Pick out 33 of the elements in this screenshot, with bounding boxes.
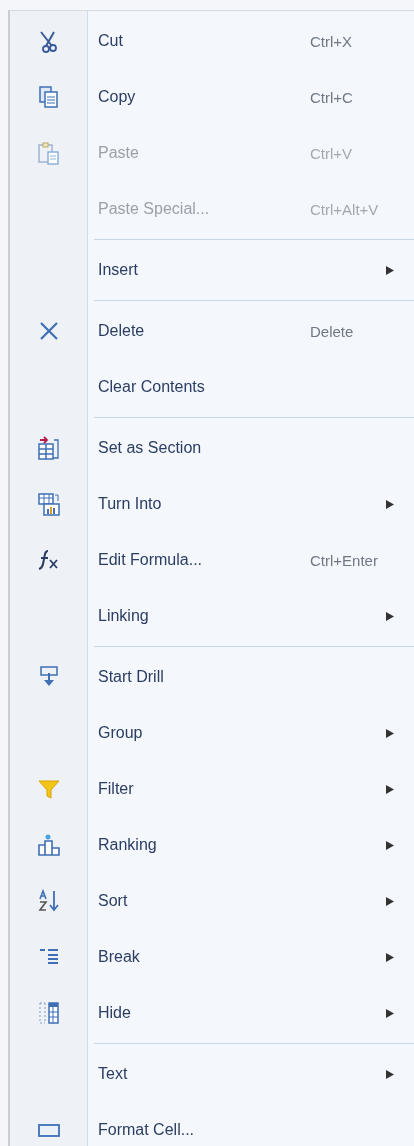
filter-icon	[37, 777, 61, 801]
menu-item[interactable]: Filter	[10, 761, 414, 817]
podium-icon	[37, 833, 61, 857]
menu-item[interactable]: Turn Into	[10, 476, 414, 532]
table-chart-icon	[37, 492, 61, 516]
menu-item[interactable]: Break	[10, 929, 414, 985]
shortcut-label: Ctrl+C	[310, 88, 354, 106]
menu-item[interactable]: Cut Ctrl+X	[10, 13, 414, 69]
menu-item[interactable]: Copy Ctrl+C	[10, 69, 414, 125]
function-icon	[37, 548, 61, 572]
menu-item[interactable]: Insert	[10, 242, 414, 298]
menu-item[interactable]: Text	[10, 1046, 414, 1102]
shortcut-label: Ctrl+Alt+V	[310, 200, 380, 218]
shortcut-label: Ctrl+Enter	[310, 551, 379, 569]
menu-item[interactable]: Start Drill	[10, 649, 414, 705]
table-arrow-icon	[37, 436, 61, 460]
shortcut-label: Ctrl+X	[310, 32, 354, 50]
menu-item[interactable]: Format Cell...	[10, 1102, 414, 1146]
shortcut-label: Ctrl+V	[310, 144, 354, 162]
paste-icon	[37, 141, 61, 165]
sort-icon	[37, 889, 61, 913]
menu-item[interactable]: Linking	[10, 588, 414, 644]
menu-item[interactable]: Delete Delete	[10, 303, 414, 359]
copy-icon	[37, 85, 61, 109]
hide-columns-icon	[37, 1001, 61, 1025]
menu-item[interactable]: Ranking	[10, 817, 414, 873]
menu-item[interactable]: Hide	[10, 985, 414, 1041]
menu-item[interactable]: Sort	[10, 873, 414, 929]
shortcut-label: Delete	[310, 322, 355, 340]
menu-item[interactable]: Group	[10, 705, 414, 761]
menu-item[interactable]: Clear Contents	[10, 359, 414, 415]
menu-item[interactable]: Set as Section	[10, 420, 414, 476]
menu-item[interactable]: Edit Formula... Ctrl+Enter	[10, 532, 414, 588]
